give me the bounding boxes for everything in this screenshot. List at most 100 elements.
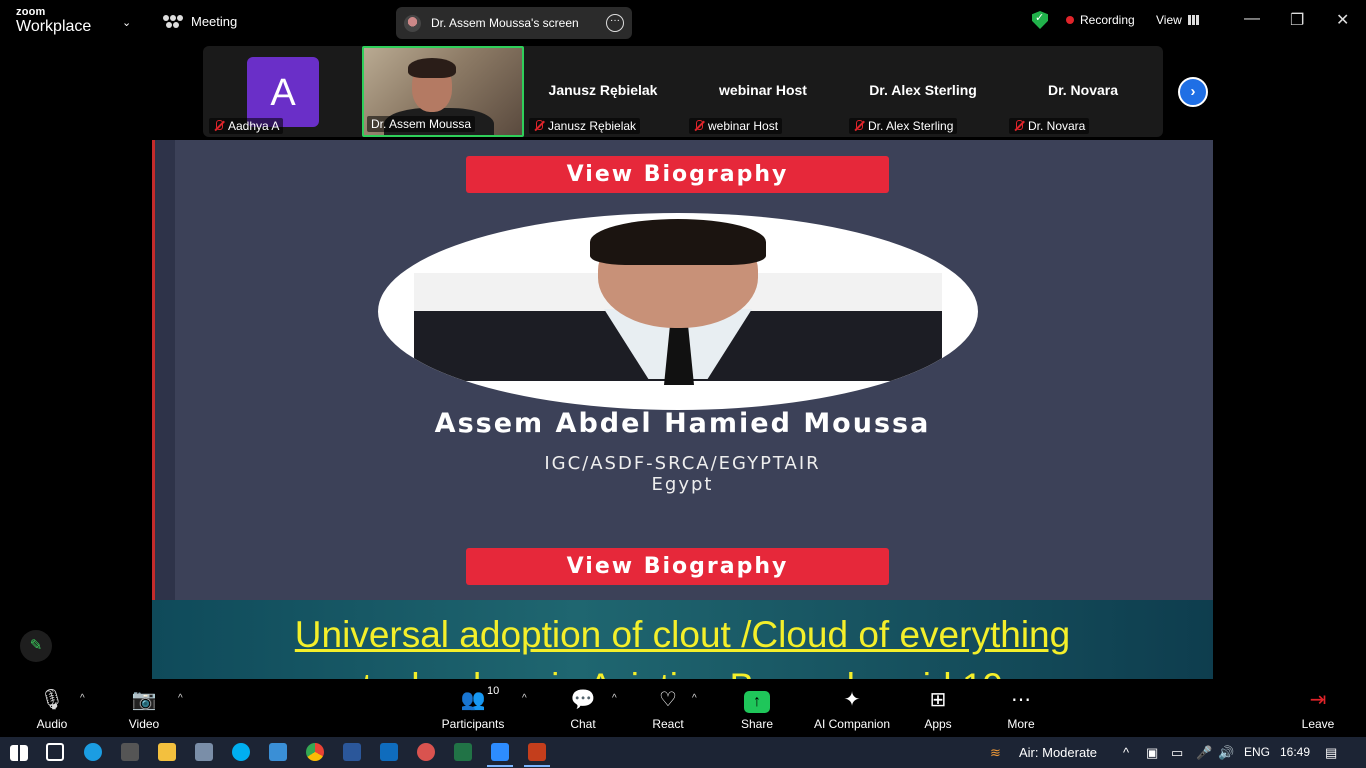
microphone-icon[interactable]: 🎤 [1196, 745, 1212, 761]
participant-strip: A Aadhya A Dr. Assem Moussa Janusz Rębie… [203, 46, 1163, 137]
meet-now-icon[interactable]: ▣ [1146, 745, 1158, 761]
file-explorer-icon[interactable] [158, 743, 176, 761]
minimize-icon[interactable]: — [1244, 10, 1260, 28]
view-biography-button: View Biography [466, 156, 889, 193]
tray-chevron-icon[interactable]: ^ [1123, 745, 1129, 760]
photos-icon[interactable] [195, 743, 213, 761]
audio-label: Audio [36, 717, 68, 731]
outlook-icon[interactable] [380, 743, 398, 761]
share-button[interactable]: ↑ Share [737, 687, 777, 731]
notifications-icon[interactable]: ▤ [1325, 745, 1337, 761]
video-button[interactable]: 📷 Video [124, 687, 164, 731]
volume-icon[interactable]: 🔊 [1218, 745, 1234, 761]
share-screen-icon: ↑ [737, 687, 777, 713]
more-dots-icon: ⋯ [1011, 689, 1031, 711]
speaker-country: Egypt [651, 474, 714, 495]
chat-button[interactable]: 💬 Chat [566, 687, 600, 731]
close-icon[interactable]: ✕ [1336, 10, 1349, 30]
meeting-menu[interactable]: Meeting [163, 14, 237, 29]
zoom-logo[interactable]: zoom Workplace [16, 7, 91, 35]
mic-muted-icon [533, 120, 544, 132]
excel-icon[interactable] [454, 743, 472, 761]
recording-dot-icon [1066, 16, 1074, 24]
participant-name-tag: webinar Host [689, 118, 783, 134]
participants-button[interactable]: 👥 10 Participants [440, 685, 506, 731]
participant-name: Dr. Alex Sterling [868, 119, 954, 133]
view-label: View [1156, 13, 1182, 27]
word-icon[interactable] [343, 743, 361, 761]
react-button[interactable]: ♡ React [648, 687, 688, 731]
calculator-icon[interactable] [121, 743, 139, 761]
weather-icon[interactable]: ≋ [990, 745, 1001, 761]
video-off-icon: 📷 [131, 689, 157, 711]
participant-name-tag: Dr. Assem Moussa [367, 116, 476, 132]
slide-band [155, 140, 175, 600]
participant-tile[interactable]: Dr. Alex Sterling Dr. Alex Sterling [843, 46, 1003, 137]
slide-subtitle: technology in Aviation Beyond covid 19 [152, 666, 1213, 679]
avatar: A [247, 57, 319, 127]
annotate-pencil-icon[interactable]: ✎ [20, 630, 52, 662]
ai-companion-button[interactable]: ✦ AI Companion [812, 687, 892, 731]
participant-name-tag: Aadhya A [209, 118, 284, 134]
mic-muted-icon [853, 120, 864, 132]
meeting-icon [163, 14, 183, 29]
mic-muted-icon: 🎙 [39, 689, 65, 711]
participant-name-tag: Dr. Novara [1009, 118, 1090, 134]
task-view-icon[interactable] [46, 743, 64, 761]
windows-taskbar: ≋ Air: Moderate ^ ▣ ▭ 🎤 🔊 ENG 16:49 ▤ [0, 737, 1366, 768]
edge-icon[interactable] [84, 743, 102, 761]
restore-icon[interactable]: ❐ [1290, 10, 1304, 30]
chat-icon: 💬 [570, 689, 596, 711]
clock[interactable]: 16:49 [1280, 745, 1310, 759]
participant-display-name: Dr. Novara [1047, 82, 1119, 98]
zoom-icon[interactable] [487, 743, 513, 767]
participant-tile[interactable]: A Aadhya A [203, 46, 363, 137]
chat-options-caret-icon[interactable]: ^ [612, 693, 617, 704]
speaker-name: Assem Abdel Hamied Moussa [434, 408, 931, 439]
battery-icon[interactable]: ▭ [1171, 745, 1183, 761]
chrome-icon[interactable] [306, 743, 324, 761]
leave-icon: ⇥ [1309, 689, 1327, 711]
share-label: Share [740, 717, 774, 731]
ai-companion-label: AI Companion [813, 717, 891, 731]
participant-display-name: Janusz Rębielak [548, 82, 658, 98]
language-indicator[interactable]: ENG [1244, 745, 1270, 759]
windows-start-icon[interactable] [10, 745, 28, 761]
leave-label: Leave [1301, 717, 1335, 731]
next-page-arrow-icon[interactable]: › [1178, 77, 1208, 107]
screen-share-indicator[interactable]: Dr. Assem Moussa's screen ··· [396, 7, 632, 39]
sparkle-icon: ✦ [843, 689, 861, 711]
apps-button[interactable]: ⊞ Apps [920, 687, 956, 731]
more-options-icon[interactable]: ··· [606, 14, 624, 32]
video-options-caret-icon[interactable]: ^ [178, 693, 183, 704]
presenter-avatar [404, 14, 421, 32]
participant-video-tile[interactable]: Dr. Assem Moussa [362, 46, 524, 137]
participant-display-name: Dr. Alex Sterling [869, 82, 977, 98]
participant-tile[interactable]: Dr. Novara Dr. Novara [1003, 46, 1163, 137]
app-icon[interactable] [417, 743, 435, 761]
mic-muted-icon [693, 120, 704, 132]
more-button[interactable]: ⋯ More [1002, 687, 1040, 731]
react-options-caret-icon[interactable]: ^ [692, 693, 697, 704]
weather-status[interactable]: Air: Moderate [1019, 745, 1097, 760]
security-shield-icon[interactable] [1032, 11, 1048, 29]
recording-indicator[interactable]: Recording [1066, 13, 1135, 27]
view-biography-button: View Biography [466, 548, 889, 585]
audio-options-caret-icon[interactable]: ^ [80, 693, 85, 704]
mic-muted-icon [213, 120, 224, 132]
leave-button[interactable]: ⇥ Leave [1298, 687, 1338, 731]
powerpoint-icon[interactable] [524, 743, 550, 767]
view-button[interactable]: View [1156, 13, 1199, 27]
chevron-down-icon[interactable]: ⌄ [122, 16, 131, 29]
participants-options-caret-icon[interactable]: ^ [522, 693, 527, 704]
participant-tile[interactable]: webinar Host webinar Host [683, 46, 843, 137]
heart-icon: ♡ [659, 689, 677, 711]
audio-button[interactable]: 🎙 Audio [32, 687, 72, 731]
participant-display-name: webinar Host [719, 82, 807, 98]
participant-tile[interactable]: Janusz Rębielak Janusz Rębielak [523, 46, 683, 137]
participants-label: Participants [441, 717, 505, 731]
notepad-icon[interactable] [269, 743, 287, 761]
skype-icon[interactable] [232, 743, 250, 761]
react-label: React [652, 717, 684, 731]
logo-top-text: zoom [16, 6, 46, 18]
